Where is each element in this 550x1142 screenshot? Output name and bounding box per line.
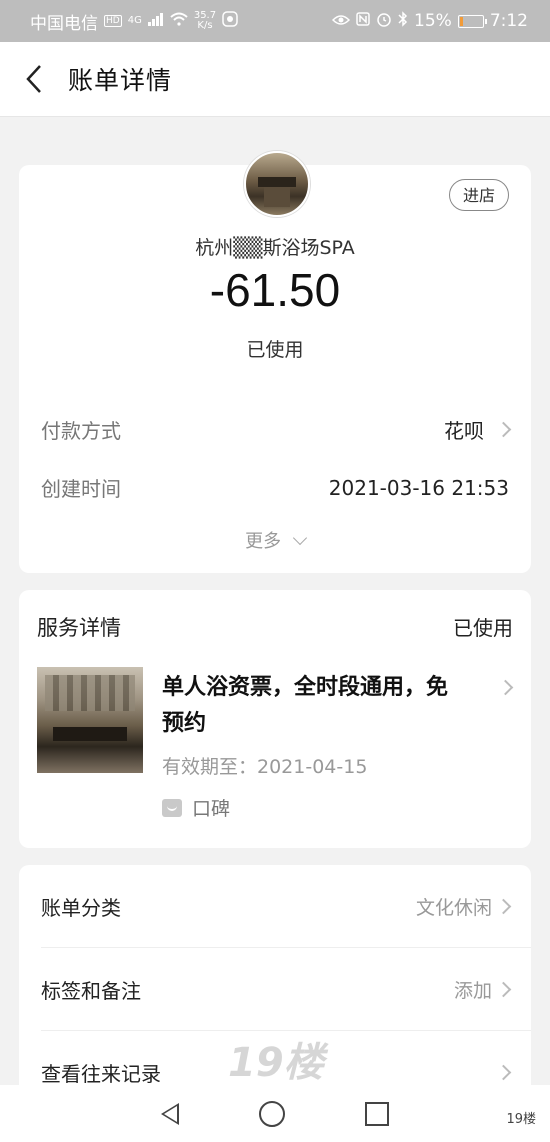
corner-watermark: 19楼 [506,1112,536,1127]
merchant-name: 杭州▒▒斯浴场SPA [195,237,355,259]
hd-icon: HD [104,15,122,27]
net-speed: 35.7 K/s [194,11,216,31]
chevron-right-icon[interactable] [497,679,514,696]
list-item-value-wrap: 添加 [453,976,512,1003]
clock: 7:12 [489,11,528,31]
battery-percent: 15% [414,11,452,31]
service-status: 已使用 [453,616,513,640]
nav-back-icon[interactable] [161,1102,179,1125]
status-bar: 中国电信 HD 4G 35.7 K/s 15% 7:12 [0,0,550,42]
payment-method-label: 付款方式 [41,419,121,443]
service-source-tag: 口碑 [162,794,230,821]
chevron-down-icon [292,530,307,546]
list-item-label: 账单分类 [41,895,121,920]
battery-fill [459,16,464,26]
list-item-category[interactable]: 账单分类 文化休闲 [41,865,512,947]
service-name[interactable]: 单人浴资票，全时段通用，免预约 [162,670,462,742]
bill-status: 已使用 [246,339,304,361]
status-right: 15% 7:12 [331,10,528,32]
bill-amount: -61.50 [209,264,341,316]
list-item-value-wrap: 文化休闲 [415,893,512,920]
nav-home-icon[interactable] [259,1100,285,1127]
service-thumbnail[interactable] [37,667,143,773]
payment-method-row[interactable]: 付款方式 花呗 [41,415,512,444]
list-item-value-wrap [492,1064,512,1080]
watermark: 19楼 [228,1040,324,1086]
signal-icon [147,11,164,31]
status-left: 中国电信 HD 4G 35.7 K/s [30,9,238,34]
app-notification-icon [222,10,238,32]
payment-method-value-wrap: 花呗 [444,415,512,444]
list-item-value: 文化休闲 [415,896,492,919]
network-type: 4G [127,15,142,26]
carrier: 中国电信 [30,13,98,34]
system-nav-bar [0,1085,550,1142]
merchant-avatar[interactable] [244,151,310,217]
chevron-right-icon [495,421,512,438]
nav-bar: 账单详情 [0,42,550,117]
page-title: 账单详情 [68,66,173,95]
nav-recent-icon[interactable] [365,1101,389,1126]
created-time-label: 创建时间 [41,477,121,501]
back-arrow-icon[interactable] [4,42,64,116]
wifi-icon [170,11,188,31]
chevron-right-icon [495,981,512,997]
battery-icon [457,14,487,28]
bluetooth-icon [398,10,408,32]
more-toggle[interactable]: 更多 [19,527,531,553]
chevron-right-icon [495,898,512,914]
list-item-tags-notes[interactable]: 标签和备注 添加 [41,948,512,1030]
created-time-value: 2021-03-16 21:53 [328,475,509,500]
created-time-row: 创建时间 2021-03-16 21:53 [41,473,509,502]
service-expiry: 有效期至：2021-04-15 [162,756,368,778]
list-item-label: 标签和备注 [41,978,141,1003]
more-label: 更多 [245,531,282,552]
chevron-right-icon [495,1064,512,1080]
list-item-label: 查看往来记录 [41,1061,161,1086]
koubei-icon [162,798,182,817]
eye-icon [331,11,351,31]
service-section-title: 服务详情 [37,616,121,640]
alarm-icon [376,11,392,32]
nfc-icon [356,11,370,31]
bill-summary-card: 进店 杭州▒▒斯浴场SPA -61.50 已使用 付款方式 花呗 创建时间 20… [19,151,531,573]
list-item-value: 添加 [453,979,492,1002]
net-speed-unit: K/s [197,20,213,31]
service-details-card: 服务详情 已使用 单人浴资票，全时段通用，免预约 有效期至：2021-04-15… [19,590,531,848]
service-source-label: 口碑 [192,798,231,820]
payment-method-value: 花呗 [444,419,484,443]
enter-store-button[interactable]: 进店 [448,179,509,211]
